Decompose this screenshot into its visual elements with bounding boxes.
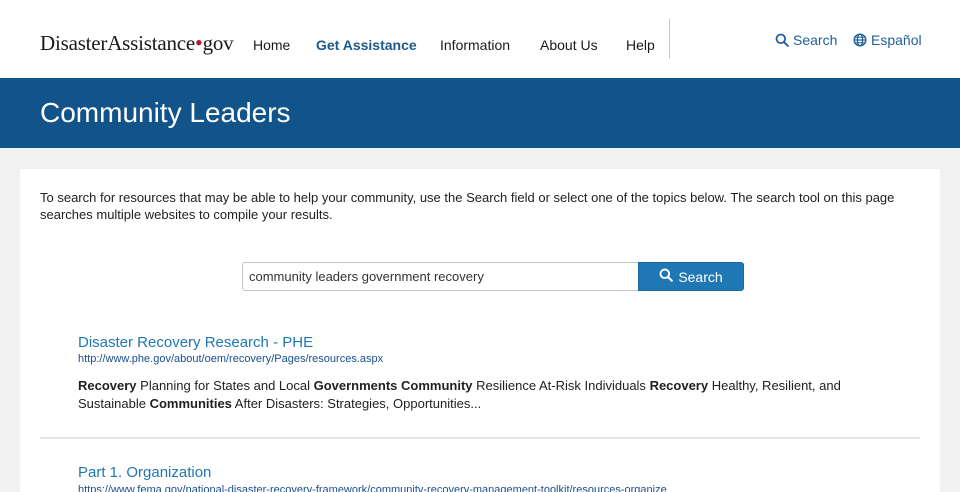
nav-help[interactable]: Help: [626, 37, 655, 53]
nav-home[interactable]: Home: [253, 37, 290, 53]
intro-text: To search for resources that may be able…: [40, 190, 895, 222]
result-snippet: Recovery Planning for States and Local G…: [78, 377, 908, 413]
snippet-text: Planning for States and Local: [136, 378, 314, 393]
site-header: DisasterAssistance•gov Home Get Assistan…: [0, 0, 960, 78]
search-icon: [659, 268, 674, 285]
header-search-label: Search: [793, 32, 838, 48]
nav-about-us[interactable]: About Us: [540, 37, 598, 53]
nav-get-assistance[interactable]: Get Assistance: [316, 37, 417, 53]
result-title[interactable]: Part 1. Organization: [78, 464, 211, 481]
header-search-link[interactable]: Search: [775, 32, 837, 48]
snippet-bold: Governments Community: [313, 378, 473, 393]
snippet-text: Resilience At-Risk Individuals: [472, 378, 650, 393]
result-url[interactable]: https://www.fema.gov/national-disaster-r…: [78, 484, 667, 492]
language-toggle[interactable]: Español: [853, 32, 922, 48]
result-url[interactable]: http://www.phe.gov/about/oem/recovery/Pa…: [78, 353, 383, 365]
search-icon: [775, 33, 789, 47]
result-divider: [40, 437, 920, 439]
result-title[interactable]: Disaster Recovery Research - PHE: [78, 334, 313, 351]
search-button[interactable]: Search: [638, 262, 744, 291]
page-title: Community Leaders: [40, 97, 291, 128]
page-banner: Community Leaders: [0, 78, 960, 148]
logo-text-assistance: Assistance: [107, 31, 196, 55]
search-input[interactable]: [242, 262, 640, 291]
nav-divider: [669, 19, 670, 59]
site-logo[interactable]: DisasterAssistance•gov: [40, 30, 234, 56]
logo-dot: •: [195, 30, 203, 55]
snippet-bold: Recovery: [78, 378, 137, 393]
search-button-label: Search: [678, 268, 723, 285]
snippet-bold: Communities: [149, 396, 232, 411]
nav-information[interactable]: Information: [440, 37, 510, 53]
language-label: Español: [871, 32, 922, 48]
globe-icon: [853, 33, 867, 47]
snippet-text: After Disasters: Strategies, Opportuniti…: [231, 396, 482, 411]
snippet-bold: Recovery: [649, 378, 709, 393]
logo-text-disaster: Disaster: [40, 31, 108, 55]
logo-text-gov: gov: [202, 31, 234, 55]
